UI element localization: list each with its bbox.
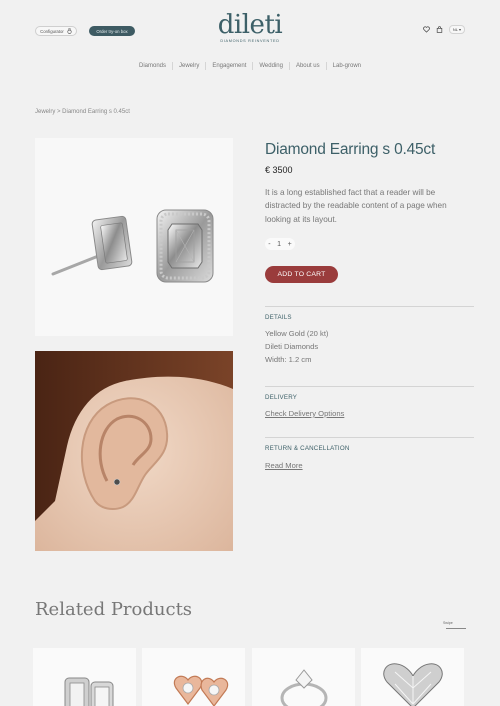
details-line-width: Width: 1.2 cm [265,355,312,364]
swipe-hint: Swipe [443,621,453,625]
qty-plus-button[interactable]: + [288,241,292,248]
related-product-image [383,663,443,706]
related-product-card[interactable] [33,648,136,706]
related-product-card[interactable] [142,648,245,706]
divider [265,437,474,438]
delivery-options-link[interactable]: Check Delivery Options [265,409,344,418]
logo-wordmark: dileti [217,10,283,40]
qty-minus-button[interactable]: - [268,241,270,248]
related-product-card[interactable] [252,648,355,706]
quantity-stepper: - 1 + [265,238,295,250]
product-image-main[interactable] [35,138,233,336]
product-image-on-ear[interactable] [35,351,233,551]
related-product-image [64,677,114,706]
order-tryon-label: Order try-on box [96,28,128,34]
shopping-bag-icon[interactable] [436,26,443,33]
add-to-cart-label: ADD TO CART [277,271,326,278]
related-product-image [173,675,229,706]
related-products-title: Related Products [35,599,193,620]
header-actions: NL ▾ [423,25,465,34]
swipe-indicator[interactable] [446,628,466,629]
logo[interactable]: dileti DIAMONDS REINVENTED [200,12,300,43]
product-description: It is a long established fact that a rea… [265,188,447,224]
configurator-label: Configurator [40,28,64,34]
returns-read-more-link[interactable]: Read More [265,461,303,470]
divider [265,306,474,307]
heart-icon[interactable] [423,26,430,33]
breadcrumb[interactable]: Jewelry > Diamond Earring s 0.45ct [35,109,130,115]
details-line-brand: Dileti Diamonds [265,342,319,351]
nav-item-about-us[interactable]: About us [290,62,327,70]
product-price: € 3500 [265,165,293,175]
nav-item-engagement[interactable]: Engagement [206,62,254,70]
details-line-metal: Yellow Gold (20 kt) [265,329,329,338]
related-product-card[interactable] [361,648,464,706]
delivery-title: DELIVERY [265,394,298,401]
earring-illustration [51,209,214,283]
ear-photo-illustration [35,351,233,551]
logo-tagline: DIAMONDS REINVENTED [220,39,280,43]
nav-item-wedding[interactable]: Wedding [253,62,290,70]
language-selector[interactable]: NL ▾ [448,25,465,34]
diamond-ring-icon [67,28,72,34]
qty-value[interactable]: 1 [277,241,281,248]
nav-item-lab-grown[interactable]: Lab-grown [327,62,367,70]
product-title: Diamond Earring s 0.45ct [265,141,436,158]
returns-title: RETURN & CANCELLATION [265,445,350,452]
divider [265,386,474,387]
nav-item-diamonds[interactable]: Diamonds [133,62,173,70]
add-to-cart-button[interactable]: ADD TO CART [265,266,338,283]
nav-item-jewelry[interactable]: Jewelry [173,62,207,70]
main-nav: Diamonds Jewelry Engagement Wedding Abou… [0,62,500,70]
details-title: DETAILS [265,314,292,321]
configurator-button[interactable]: Configurator [35,26,77,36]
related-product-image [280,669,328,706]
order-tryon-button[interactable]: Order try-on box [89,26,135,36]
